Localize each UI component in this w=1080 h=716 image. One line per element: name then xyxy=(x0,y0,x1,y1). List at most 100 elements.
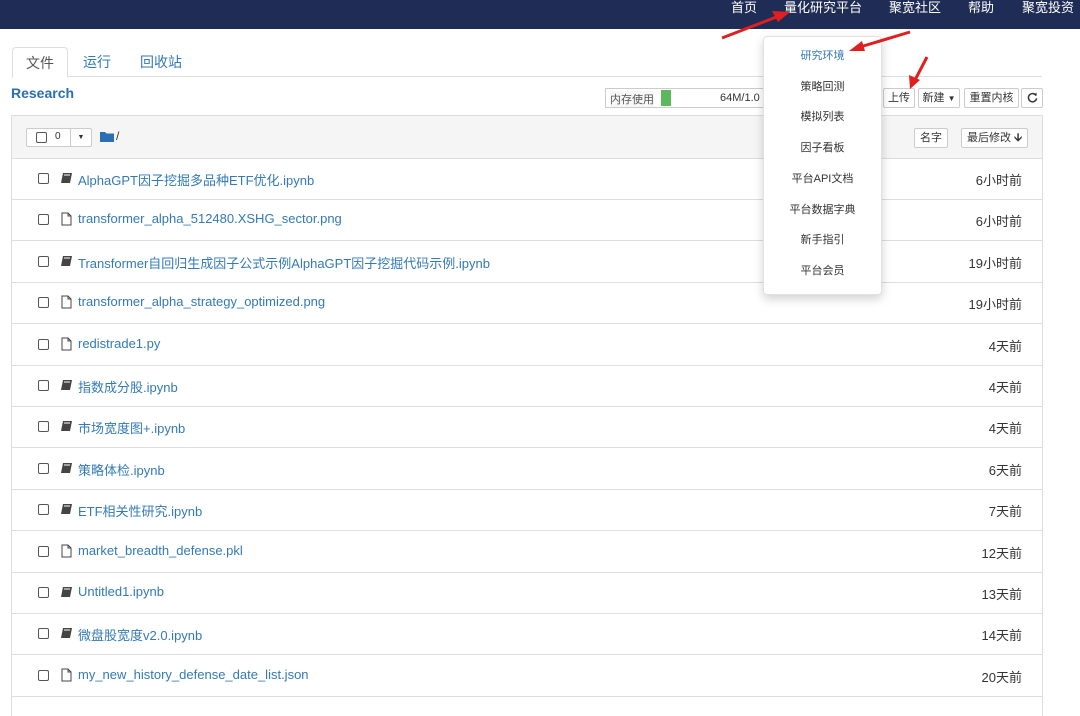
row-checkbox[interactable] xyxy=(38,255,49,267)
file-icon xyxy=(61,668,72,682)
refresh-button[interactable] xyxy=(1021,88,1043,108)
file-icon xyxy=(61,212,72,226)
notebook-icon xyxy=(61,173,72,183)
table-row[interactable]: market_breadth_defense.pkl 12天前 xyxy=(12,531,1042,573)
table-row[interactable]: ETF相关性研究.ipynb 7天前 xyxy=(12,489,1042,532)
row-checkbox[interactable] xyxy=(38,214,49,226)
file-icon xyxy=(61,544,72,558)
row-checkbox[interactable] xyxy=(38,545,49,557)
row-checkbox[interactable] xyxy=(38,504,49,516)
top-navbar: 首页 量化研究平台 聚宽社区 帮助 聚宽投资 xyxy=(0,0,1080,29)
refresh-icon xyxy=(1027,92,1037,103)
row-checkbox[interactable] xyxy=(38,297,49,309)
file-modified-time: 20天前 xyxy=(981,669,1022,685)
menu-item-api-docs[interactable]: 平台API文档 xyxy=(764,170,881,186)
table-row[interactable]: Untitled1.ipynb 13天前 xyxy=(12,572,1042,614)
row-checkbox[interactable] xyxy=(38,587,49,598)
caret-down-icon: ▼ xyxy=(947,94,956,103)
file-modified-time: 12天前 xyxy=(981,545,1022,561)
file-modified-time: 6小时前 xyxy=(975,173,1022,188)
menu-item-membership[interactable]: 平台会员 xyxy=(764,262,881,278)
menu-item-beginner-guide[interactable]: 新手指引 xyxy=(764,231,881,247)
table-row[interactable]: 策略体检.ipynb 6天前 xyxy=(12,448,1042,490)
file-list-header: 0 ▼ / 名字 最后修改 🡫 xyxy=(12,116,1042,159)
memory-bar xyxy=(661,90,671,106)
table-row[interactable]: transformer_alpha_strategy_optimized.png… xyxy=(12,282,1042,325)
menu-item-factor-board[interactable]: 因子看板 xyxy=(764,139,881,155)
row-checkbox[interactable] xyxy=(38,173,49,184)
nav-community[interactable]: 聚宽社区 xyxy=(889,0,941,29)
nav-help[interactable]: 帮助 xyxy=(968,0,994,29)
restart-kernel-button[interactable]: 重置内核 xyxy=(964,88,1019,108)
file-modified-time: 4天前 xyxy=(988,338,1022,354)
nav-home[interactable]: 首页 xyxy=(731,0,757,29)
tab-running[interactable]: 运行 xyxy=(77,47,117,76)
row-checkbox[interactable] xyxy=(38,669,49,681)
selected-count: 0 xyxy=(55,131,61,142)
row-checkbox[interactable] xyxy=(38,380,49,391)
table-row[interactable]: 市场宽度图+.ipynb 4天前 xyxy=(12,406,1042,449)
file-name-link[interactable]: ETF相关性研究.ipynb xyxy=(78,501,202,520)
new-button[interactable]: 新建 ▼ xyxy=(918,88,960,108)
notebook-icon xyxy=(61,255,72,266)
file-modified-time: 6小时前 xyxy=(975,214,1022,230)
file-modified-time: 4天前 xyxy=(988,421,1022,437)
table-row[interactable]: transformer_alpha_512480.XSHG_sector.png… xyxy=(12,199,1042,242)
select-all-button[interactable]: 0 xyxy=(26,128,76,147)
breadcrumb[interactable]: Research xyxy=(11,85,74,101)
new-button-label: 新建 xyxy=(922,92,945,104)
file-list-panel: 0 ▼ / 名字 最后修改 🡫 AlphaGPT因子挖掘多品种ETF优化.ipy… xyxy=(11,115,1043,716)
upload-button[interactable]: 上传 xyxy=(883,88,915,108)
file-modified-time: 19小时前 xyxy=(968,255,1022,271)
memory-label: 内存使用 xyxy=(610,91,654,107)
table-row[interactable]: redistrade1.py 4天前 xyxy=(12,324,1042,366)
menu-item-research-env[interactable]: 研究环境 xyxy=(764,47,881,63)
file-tabs: 文件 运行 回收站 xyxy=(12,47,1042,78)
file-name-link[interactable]: Untitled1.ipynb xyxy=(78,584,164,599)
menu-item-sim-list[interactable]: 模拟列表 xyxy=(764,108,881,124)
select-all-checkbox[interactable] xyxy=(36,132,47,143)
file-name-link[interactable]: my_new_history_defense_date_list.json xyxy=(78,667,309,682)
row-checkbox[interactable] xyxy=(38,338,49,350)
file-name-link[interactable]: AlphaGPT因子挖掘多品种ETF优化.ipynb xyxy=(78,170,314,189)
select-dropdown-button[interactable]: ▼ xyxy=(70,128,92,147)
file-name-link[interactable]: Transformer自回归生成因子公式示例AlphaGPT因子挖掘代码示例.i… xyxy=(78,253,490,272)
platform-dropdown-menu: 研究环境策略回测模拟列表因子看板平台API文档 平台数据字典 新手指引平台会员 xyxy=(763,36,882,295)
file-icon xyxy=(61,295,72,309)
file-name-link[interactable]: 微盘股宽度v2.0.ipynb xyxy=(78,625,202,644)
table-row[interactable]: AlphaGPT因子挖掘多品种ETF优化.ipynb 6小时前 xyxy=(12,158,1042,200)
tab-trash[interactable]: 回收站 xyxy=(134,47,188,76)
file-name-link[interactable]: 市场宽度图+.ipynb xyxy=(78,418,185,437)
file-name-link[interactable]: transformer_alpha_512480.XSHG_sector.png xyxy=(78,211,342,226)
file-modified-time: 4天前 xyxy=(988,380,1022,395)
folder-icon xyxy=(100,132,114,142)
table-row[interactable]: 微盘股宽度v2.0.ipynb 14天前 xyxy=(12,613,1042,656)
row-checkbox[interactable] xyxy=(38,421,49,433)
caret-down-icon: ▼ xyxy=(77,134,85,141)
file-modified-time: 19小时前 xyxy=(968,297,1022,313)
menu-item-strategy-backtest[interactable]: 策略回测 xyxy=(764,78,881,94)
sort-by-modified-button[interactable]: 最后修改 🡫 xyxy=(961,128,1028,148)
table-row[interactable]: my_new_history_defense_date_list.json 20天… xyxy=(12,655,1042,697)
file-name-link[interactable]: redistrade1.py xyxy=(78,336,160,351)
notebook-icon xyxy=(61,380,72,390)
memory-value: 64M/1.0 xyxy=(720,92,760,104)
tab-files[interactable]: 文件 xyxy=(12,47,68,78)
file-icon xyxy=(61,337,72,351)
file-name-link[interactable]: 策略体检.ipynb xyxy=(78,460,165,479)
file-name-link[interactable]: market_breadth_defense.pkl xyxy=(78,543,243,558)
table-row[interactable]: Transformer自回归生成因子公式示例AlphaGPT因子挖掘代码示例.i… xyxy=(12,241,1042,283)
file-name-link[interactable]: 指数成分股.ipynb xyxy=(78,377,178,396)
nav-quant-platform[interactable]: 量化研究平台 xyxy=(784,0,862,29)
current-path[interactable]: / xyxy=(116,129,119,143)
sort-by-name-button[interactable]: 名字 xyxy=(914,128,948,148)
arrow-down-icon: 🡫 xyxy=(1014,132,1022,144)
file-name-link[interactable]: transformer_alpha_strategy_optimized.png xyxy=(78,294,325,309)
row-checkbox[interactable] xyxy=(38,628,49,640)
table-row[interactable]: 指数成分股.ipynb 4天前 xyxy=(12,365,1042,407)
notebook-icon xyxy=(61,587,72,597)
row-checkbox[interactable] xyxy=(38,462,49,474)
notebook-icon xyxy=(61,628,72,639)
menu-item-data-dictionary[interactable]: 平台数据字典 xyxy=(764,201,881,217)
nav-invest[interactable]: 聚宽投资 xyxy=(1022,0,1074,29)
